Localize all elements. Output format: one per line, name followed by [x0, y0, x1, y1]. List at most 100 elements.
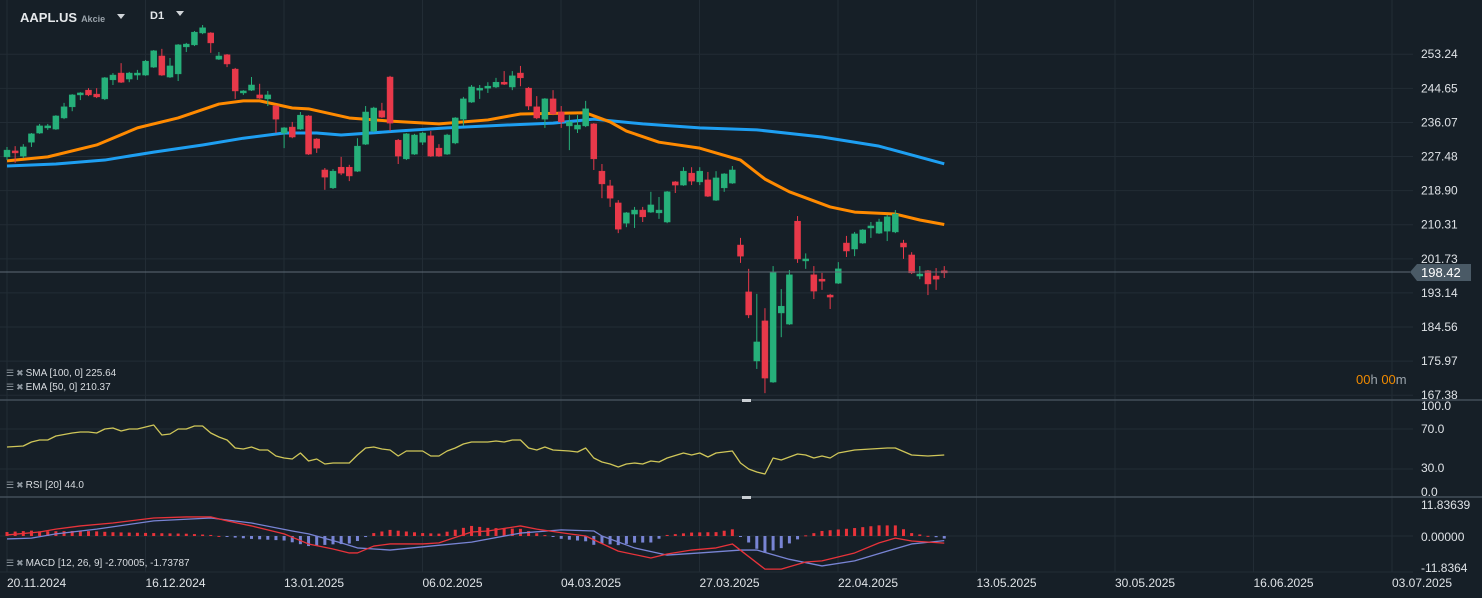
candle-down[interactable] [337, 156, 345, 176]
candle-up[interactable] [52, 115, 60, 130]
candle-down[interactable] [346, 164, 353, 182]
timeframe-selector[interactable]: D1 [150, 10, 185, 22]
candle-up[interactable] [20, 144, 27, 159]
candle-down[interactable] [378, 102, 386, 118]
candle-up[interactable] [883, 214, 891, 242]
candle-up[interactable] [174, 44, 182, 82]
candle-up[interactable] [712, 171, 720, 201]
candle-down[interactable] [826, 293, 834, 309]
candle-down[interactable] [818, 272, 826, 290]
candle-up[interactable] [492, 77, 500, 89]
candle-up[interactable] [240, 90, 247, 95]
candle-down[interactable] [525, 86, 532, 111]
candle-down[interactable] [435, 144, 443, 157]
candle-up[interactable] [199, 25, 206, 35]
candle-up[interactable] [28, 133, 35, 147]
candle-up[interactable] [468, 84, 475, 103]
candle-up[interactable] [3, 146, 11, 161]
symbol-selector[interactable]: AAPL.US Akcie [20, 10, 126, 25]
candle-up[interactable] [411, 133, 418, 155]
candle-up[interactable] [126, 71, 133, 83]
candle-down[interactable] [427, 131, 435, 157]
candle-up[interactable] [248, 77, 255, 91]
candle-up[interactable] [44, 123, 51, 130]
candle-down[interactable] [810, 266, 818, 300]
candle-down[interactable] [313, 138, 320, 153]
close-icon[interactable]: ✖ [16, 559, 24, 568]
candle-down[interactable] [321, 167, 329, 190]
candle-up[interactable] [582, 100, 589, 128]
candle-up[interactable] [778, 289, 785, 338]
candle-up[interactable] [60, 102, 68, 120]
candle-up[interactable] [663, 191, 671, 224]
close-icon[interactable]: ✖ [16, 481, 24, 490]
candle-down[interactable] [745, 268, 752, 319]
candle-up[interactable] [362, 106, 369, 145]
candle-down[interactable] [533, 96, 540, 120]
pane-resize-handle[interactable] [742, 496, 751, 499]
candle-up[interactable] [753, 293, 761, 369]
candle-down[interactable] [900, 239, 907, 259]
candle-up[interactable] [476, 84, 483, 99]
candle-up[interactable] [859, 229, 866, 244]
candle-down[interactable] [843, 235, 850, 257]
candle-down[interactable] [794, 216, 801, 263]
candle-up[interactable] [835, 262, 842, 284]
candle-down[interactable] [606, 179, 614, 207]
candle-up[interactable] [419, 131, 426, 145]
close-icon[interactable]: ✖ [16, 383, 24, 392]
candle-down[interactable] [289, 121, 296, 139]
candle-down[interactable] [394, 138, 402, 165]
candle-down[interactable] [207, 32, 214, 53]
candle-up[interactable] [101, 77, 109, 101]
candle-down[interactable] [932, 268, 940, 290]
candle-down[interactable] [93, 88, 100, 99]
candle-down[interactable] [223, 54, 231, 68]
candle-up[interactable] [329, 169, 337, 190]
candle-up[interactable] [142, 59, 149, 76]
close-icon[interactable]: ✖ [16, 369, 24, 378]
candle-down[interactable] [158, 48, 166, 76]
candle-down[interactable] [386, 75, 394, 132]
candle-up[interactable] [183, 42, 190, 53]
candle-up[interactable] [647, 191, 655, 213]
candle-down[interactable] [639, 206, 646, 223]
candle-down[interactable] [688, 167, 695, 186]
candle-up[interactable] [851, 231, 858, 257]
candle-up[interactable] [215, 52, 223, 60]
candle-down[interactable] [117, 63, 125, 84]
candle-down[interactable] [672, 181, 679, 194]
candle-down[interactable] [256, 83, 263, 99]
candle-up[interactable] [68, 94, 76, 112]
candle-up[interactable] [509, 71, 516, 91]
candle-up[interactable] [109, 73, 117, 85]
candle-down[interactable] [517, 65, 524, 87]
candle-up[interactable] [786, 270, 793, 325]
candle-down[interactable] [704, 171, 712, 197]
candle-down[interactable] [549, 90, 557, 116]
candle-up[interactable] [403, 133, 410, 161]
candle-up[interactable] [802, 253, 809, 269]
candle-up[interactable] [729, 166, 736, 184]
candle-down[interactable] [598, 164, 606, 199]
candle-up[interactable] [166, 57, 174, 78]
candle-up[interactable] [443, 133, 451, 155]
candle-up[interactable] [484, 82, 492, 93]
chevron-down-icon[interactable] [117, 14, 126, 19]
candle-up[interactable] [77, 92, 84, 101]
candle-up[interactable] [875, 218, 883, 234]
candle-up[interactable] [574, 115, 581, 134]
candle-up[interactable] [916, 266, 924, 280]
candle-down[interactable] [908, 252, 915, 275]
candle-up[interactable] [370, 106, 377, 133]
chart-canvas[interactable]: 20.11.2024 16.12.2024 13.01.2025 06.02.2025… [0, 0, 1482, 598]
candle-down[interactable] [761, 308, 769, 394]
candle-down[interactable] [500, 71, 508, 85]
candle-up[interactable] [134, 69, 141, 80]
candle-up[interactable] [655, 196, 663, 219]
settings-icon[interactable]: ☰ [6, 481, 14, 490]
candle-down[interactable] [85, 88, 92, 97]
candle-down[interactable] [557, 106, 565, 128]
candle-down[interactable] [590, 123, 598, 170]
settings-icon[interactable]: ☰ [6, 559, 14, 568]
